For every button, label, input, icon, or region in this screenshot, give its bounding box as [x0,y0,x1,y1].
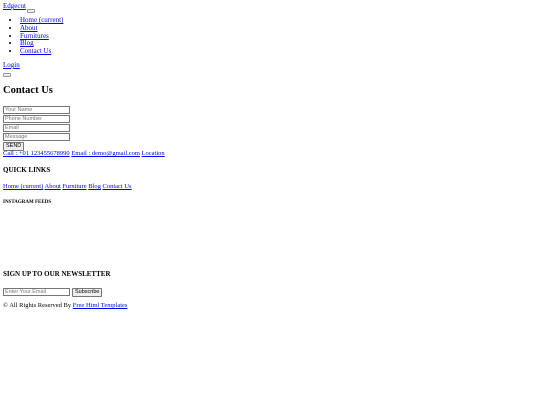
nav-link-home[interactable]: Home (current) [20,16,63,24]
nav-link-about[interactable]: About [20,24,38,32]
quick-link-about[interactable]: About [45,183,61,190]
contact-info: Call : +01 123455678990 Email : demo@gma… [3,150,165,158]
brand-logo-link[interactable]: Edgecut [3,2,26,10]
navbar-toggler-button[interactable] [26,5,35,13]
search-button[interactable] [3,73,11,77]
newsletter-title: SIGN UP TO OUR NEWSLETTER [3,270,111,278]
menu-icon [27,8,35,13]
login-link[interactable]: Login [3,61,20,69]
nav-link-blog[interactable]: Blog [20,39,34,47]
quick-link-furniture[interactable]: Furniture [62,183,86,190]
quick-link-blog[interactable]: Blog [88,183,101,190]
copyright-text: © All Rights Reserved By [3,302,72,309]
quick-links: Home (current) About Furniture Blog Cont… [3,183,132,191]
phone-link[interactable]: Call : +01 123455678990 [3,150,70,157]
contact-title: Contact Us [3,85,53,96]
phone-input[interactable] [3,115,70,123]
instagram-title: INSTAGRAM FEEDS [3,200,52,205]
footer-link[interactable]: Free Html Templates [73,302,128,309]
email-input[interactable] [3,124,70,132]
name-input[interactable] [3,106,70,114]
nav-item-contact: Contact Us [20,47,63,56]
subscribe-button[interactable]: Subscribe [72,288,103,297]
email-link[interactable]: Email : demo@gmail.com [71,150,140,157]
quick-link-contact[interactable]: Contact Us [103,183,132,190]
location-link[interactable]: Location [142,150,165,157]
main-nav: Home (current) About Furnitures Blog Con… [8,16,63,56]
newsletter-email-input[interactable] [3,288,70,296]
message-input[interactable] [3,133,70,141]
brand-name: Edgecut [3,2,26,10]
quick-links-title: QUICK LINKS [3,166,51,174]
nav-link-furnitures[interactable]: Furnitures [20,32,49,40]
nav-link-contact[interactable]: Contact Us [20,47,51,55]
quick-link-home[interactable]: Home (current) [3,183,43,190]
footer: © All Rights Reserved By Free Html Templ… [3,302,127,310]
